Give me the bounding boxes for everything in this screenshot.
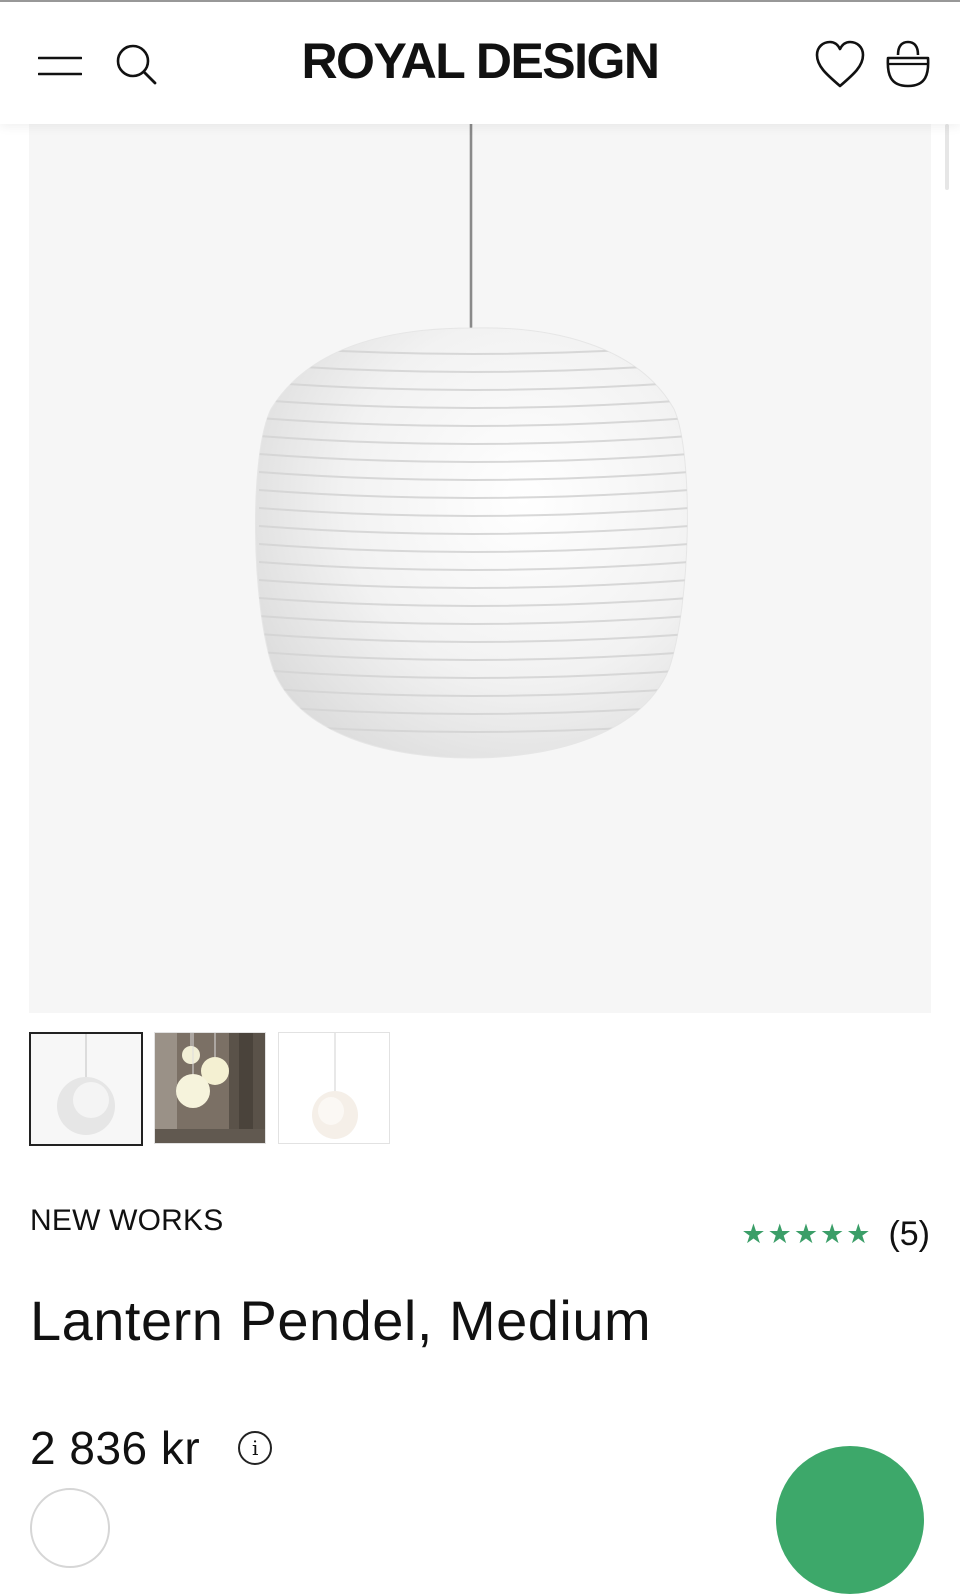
- product-main-image[interactable]: [29, 124, 931, 1013]
- pendant-lamp-image: [254, 124, 688, 759]
- thumbnail-image: [279, 1033, 389, 1143]
- product-rating[interactable]: ★★★★★ (5): [741, 1212, 930, 1256]
- gallery-thumbnail[interactable]: [154, 1032, 266, 1144]
- gallery-thumbnail[interactable]: [278, 1032, 390, 1144]
- brand-link[interactable]: NEW WORKS: [30, 1204, 223, 1238]
- page-scrollbar[interactable]: [945, 124, 949, 190]
- thumbnail-image: [155, 1033, 265, 1143]
- floating-action-button[interactable]: [776, 1446, 924, 1594]
- heart-icon: [815, 40, 865, 88]
- info-icon: i: [252, 1436, 259, 1460]
- wishlist-button[interactable]: [812, 38, 868, 92]
- site-header: ROYAL DESIGN: [0, 2, 960, 124]
- gallery-thumbnail[interactable]: [29, 1032, 143, 1146]
- product-title: Lantern Pendel, Medium: [30, 1289, 652, 1352]
- variant-swatch[interactable]: [30, 1488, 110, 1568]
- price-row: 2 836 kr i: [30, 1418, 273, 1478]
- rating-stars: ★★★★★: [741, 1218, 873, 1249]
- shopping-bag-icon: [886, 40, 930, 88]
- review-count: (5): [888, 1215, 930, 1253]
- product-price: 2 836 kr: [30, 1422, 201, 1474]
- cart-button[interactable]: [882, 38, 934, 92]
- price-info-button[interactable]: i: [238, 1431, 273, 1465]
- thumbnail-image: [31, 1034, 141, 1144]
